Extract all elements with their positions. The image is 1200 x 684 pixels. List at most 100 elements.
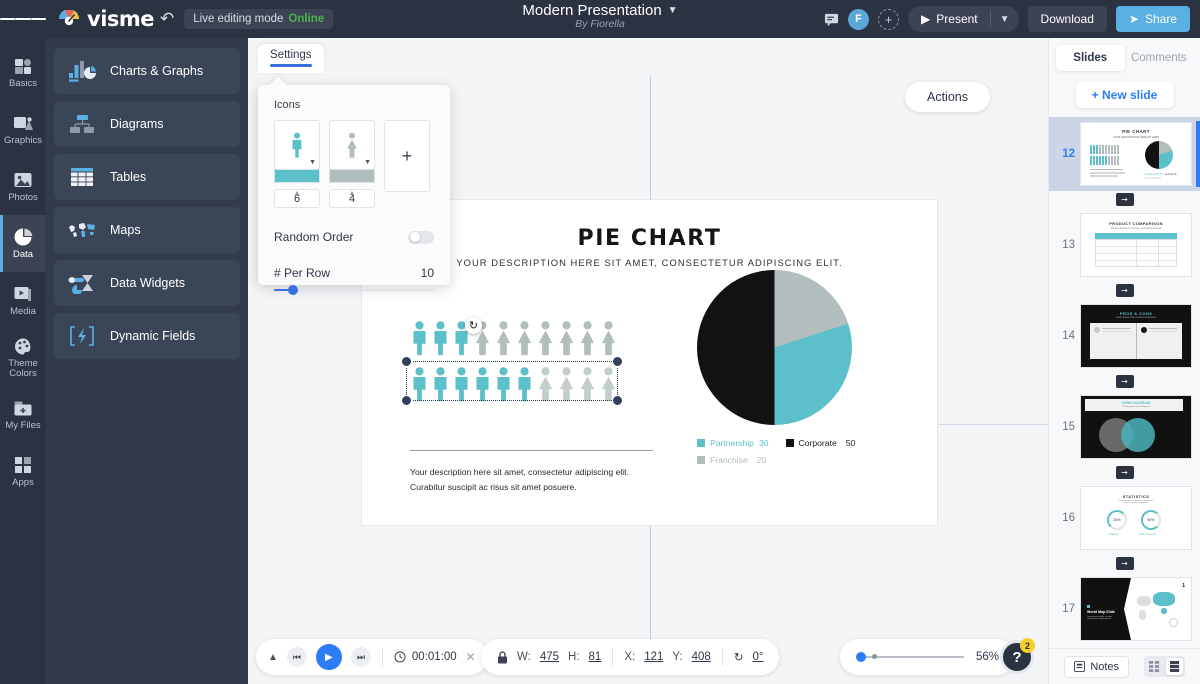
male-icon <box>431 320 450 356</box>
slide-thumb-13[interactable]: 13 PRODUCT COMPARISON Models disclosure … <box>1049 208 1200 282</box>
selection-bounding-box[interactable] <box>406 361 618 401</box>
slide-thumb-14[interactable]: 14 PROS & CONS Lorem ipsum dolor sit ame… <box>1049 299 1200 373</box>
rotation-value[interactable]: 0° <box>752 651 763 663</box>
notes-icon <box>1074 661 1085 672</box>
tab-slides[interactable]: Slides <box>1056 45 1125 71</box>
download-button[interactable]: Download <box>1028 6 1107 32</box>
icon-count-female[interactable]: ▲ 4 <box>329 189 375 208</box>
female-icon <box>599 320 618 356</box>
tab-comments[interactable]: Comments <box>1125 45 1194 71</box>
comment-icon[interactable] <box>824 12 839 27</box>
transition-icon[interactable]: ➞ <box>1116 284 1134 297</box>
rail-item-media[interactable]: Media <box>0 272 46 329</box>
category-diagrams[interactable]: Diagrams <box>54 101 240 147</box>
category-charts-graphs[interactable]: Charts & Graphs <box>54 48 240 94</box>
settings-tab[interactable]: Settings <box>258 44 324 73</box>
icon-count-male[interactable]: ▲ 6 <box>274 189 320 208</box>
height-key: H: <box>568 651 580 663</box>
zoom-slider[interactable] <box>856 656 964 658</box>
x-value[interactable]: 121 <box>644 651 663 663</box>
divider <box>722 648 723 666</box>
notes-button[interactable]: Notes <box>1064 656 1129 678</box>
transition-icon[interactable]: ➞ <box>1116 375 1134 388</box>
undo-icon[interactable]: ↶ <box>160 9 174 29</box>
rail-item-graphics[interactable]: Graphics <box>0 101 46 158</box>
rail-item-data[interactable]: Data <box>0 215 46 272</box>
close-icon[interactable]: ✕ <box>466 650 476 664</box>
icon-card-male[interactable]: ▼ ▲ 6 <box>274 120 320 208</box>
lock-icon[interactable] <box>497 651 508 664</box>
width-value[interactable]: 475 <box>540 651 559 663</box>
slide-thumb-15[interactable]: 15 VENN DIAGRAM Photography Venn Diagram <box>1049 390 1200 464</box>
chevron-down-icon[interactable]: ▼ <box>309 159 316 166</box>
icon-preview-female[interactable]: ▼ <box>329 120 375 170</box>
plus-circle-icon[interactable]: + <box>878 9 899 30</box>
avatar[interactable]: F <box>848 9 869 30</box>
slide-thumb-17[interactable]: 17 World Map Slide Lorem ipsum dolor sit… <box>1049 572 1200 646</box>
divider <box>410 450 653 451</box>
description-line-2: Curabitur suscipit ac risus sit amet pos… <box>410 480 670 495</box>
icon-card-female[interactable]: ▼ ▲ 4 <box>329 120 375 208</box>
category-dynamic-fields[interactable]: Dynamic Fields <box>54 313 240 359</box>
color-swatch-female[interactable] <box>329 169 375 183</box>
icon-preview-male[interactable]: ▼ <box>274 120 320 170</box>
slide-thumb-12[interactable]: 12 PIE CHART YOUR DESCRIPTION HERE SIT A… <box>1049 117 1200 191</box>
charts-graphs-icon <box>68 59 96 83</box>
my-files-icon <box>14 399 33 418</box>
resize-handle-top-right[interactable] <box>612 356 623 367</box>
transition-icon[interactable]: ➞ <box>1116 193 1134 206</box>
category-label: Charts & Graphs <box>110 64 203 78</box>
rail-item-photos[interactable]: Photos <box>0 158 46 215</box>
chevron-up-icon[interactable]: ▲ <box>349 190 356 197</box>
legend-item-partnership: Partnership 30 <box>697 438 769 448</box>
rail-item-theme-colors[interactable]: Theme Colors <box>0 329 46 386</box>
resize-handle-top-left[interactable] <box>401 356 412 367</box>
skip-next-icon[interactable]: ⏭ <box>351 647 371 667</box>
brand-logo[interactable]: visme <box>58 7 154 31</box>
chevron-down-icon[interactable]: ▼ <box>991 14 1019 25</box>
rail-item-basics[interactable]: Basics <box>0 44 46 101</box>
legend-label: Corporate <box>799 438 837 448</box>
slide-number: 16 <box>1053 512 1075 524</box>
category-data-widgets[interactable]: Data Widgets <box>54 260 240 306</box>
pie-chart[interactable] <box>697 270 852 425</box>
resize-handle-bottom-right[interactable] <box>612 395 623 406</box>
icons-settings-popup: Icons ▼ ▲ 6 ▼ ▲ <box>258 85 450 285</box>
actions-button[interactable]: Actions <box>905 82 990 112</box>
grid-view-icon[interactable] <box>1146 658 1163 675</box>
category-tables[interactable]: Tables <box>54 154 240 200</box>
slide-thumb-16[interactable]: 16 STATISTICS Dealing with customer's co… <box>1049 481 1200 555</box>
chevron-up-icon[interactable]: ▲ <box>294 190 301 197</box>
category-maps[interactable]: Maps <box>54 207 240 253</box>
timer[interactable]: 00:01:00 <box>394 651 457 663</box>
resize-handle-bottom-left[interactable] <box>401 395 412 406</box>
document-title[interactable]: Modern Presentation ▼ <box>522 2 677 19</box>
present-button[interactable]: ▶ Present <box>908 12 990 26</box>
y-value[interactable]: 408 <box>692 651 711 663</box>
play-button[interactable]: ▶ <box>316 644 342 670</box>
transition-icon[interactable]: ➞ <box>1116 466 1134 479</box>
rail-item-apps[interactable]: Apps <box>0 443 46 500</box>
y-key: Y: <box>672 651 682 663</box>
color-swatch-male[interactable] <box>274 169 320 183</box>
random-order-label: Random Order <box>274 230 353 244</box>
rail-item-my-files[interactable]: My Files <box>0 386 46 443</box>
zoom-slider-knob[interactable] <box>856 652 866 662</box>
chevron-up-icon[interactable]: ▲ <box>268 652 278 663</box>
transition-icon[interactable]: ➞ <box>1116 557 1134 570</box>
help-button[interactable]: ? 2 <box>1000 640 1034 674</box>
slides-list[interactable]: 12 PIE CHART YOUR DESCRIPTION HERE SIT A… <box>1049 117 1200 672</box>
hamburger-icon[interactable] <box>0 0 46 38</box>
share-button[interactable]: ➤ Share <box>1116 6 1190 32</box>
chevron-down-icon[interactable]: ▼ <box>364 159 371 166</box>
per-row-setting: # Per Row 10 <box>274 266 434 291</box>
skip-previous-icon[interactable]: ⏮ <box>287 647 307 667</box>
add-icon-button[interactable]: + <box>384 120 430 192</box>
present-label: Present <box>936 12 977 26</box>
list-view-icon[interactable] <box>1166 658 1183 675</box>
per-row-slider[interactable] <box>274 289 434 291</box>
rotate-cursor-icon: ↻ <box>465 317 482 334</box>
random-order-toggle[interactable] <box>408 231 434 244</box>
new-slide-button[interactable]: + New slide <box>1076 82 1174 108</box>
height-value[interactable]: 81 <box>589 651 602 663</box>
